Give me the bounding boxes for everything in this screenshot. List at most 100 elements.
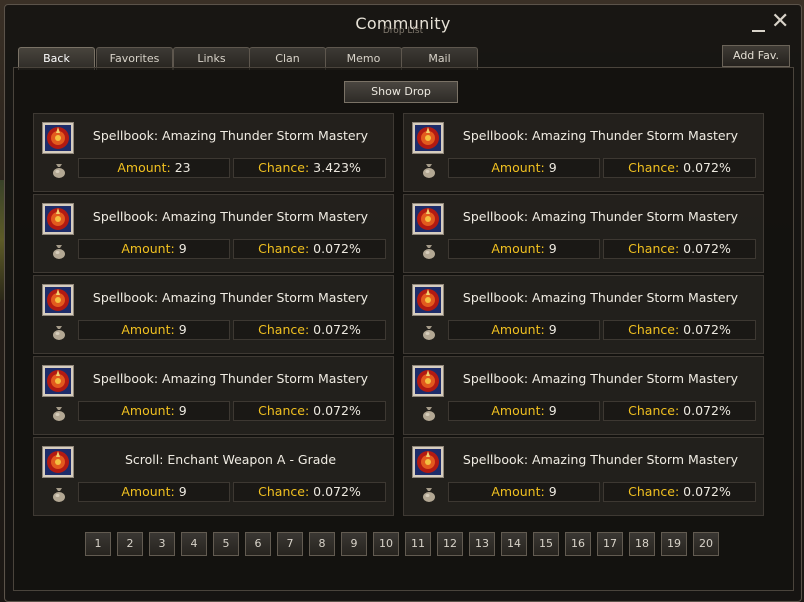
- item-name: Spellbook: Amazing Thunder Storm Mastery: [92, 128, 369, 143]
- amount-field: Amount: 9: [78, 482, 230, 502]
- page-button-10[interactable]: 10: [373, 532, 399, 556]
- spellbook-icon[interactable]: [42, 284, 74, 316]
- drop-item[interactable]: Spellbook: Amazing Thunder Storm Mastery…: [33, 194, 394, 273]
- drop-item[interactable]: Spellbook: Amazing Thunder Storm Mastery…: [403, 194, 764, 273]
- chance-field: Chance: 0.072%: [603, 158, 756, 178]
- chance-label: Chance:: [628, 403, 680, 418]
- chance-field: Chance: 0.072%: [233, 320, 386, 340]
- chance-field: Chance: 0.072%: [603, 320, 756, 340]
- amount-label: Amount:: [491, 322, 545, 337]
- amount-value: 9: [178, 322, 187, 337]
- page-button-1[interactable]: 1: [85, 532, 111, 556]
- amount-value: 9: [548, 403, 557, 418]
- spellbook-icon[interactable]: [412, 203, 444, 235]
- amount-value: 9: [548, 160, 557, 175]
- chance-value: 0.072%: [313, 322, 361, 337]
- amount-field: Amount: 9: [448, 158, 600, 178]
- money-bag-icon: [421, 243, 437, 259]
- amount-field: Amount: 9: [78, 401, 230, 421]
- spellbook-icon[interactable]: [412, 284, 444, 316]
- page-button-4[interactable]: 4: [181, 532, 207, 556]
- drop-item[interactable]: Spellbook: Amazing Thunder Storm Mastery…: [33, 275, 394, 354]
- chance-value: 0.072%: [683, 484, 731, 499]
- item-name: Scroll: Enchant Weapon A - Grade: [124, 452, 337, 467]
- item-name: Spellbook: Amazing Thunder Storm Mastery: [462, 371, 739, 386]
- page-button-13[interactable]: 13: [469, 532, 495, 556]
- amount-field: Amount: 9: [448, 482, 600, 502]
- amount-value: 9: [548, 241, 557, 256]
- spellbook-icon[interactable]: [412, 365, 444, 397]
- drop-item[interactable]: Spellbook: Amazing Thunder Storm Mastery…: [403, 437, 764, 516]
- item-name: Spellbook: Amazing Thunder Storm Mastery: [92, 209, 369, 224]
- amount-label: Amount:: [121, 322, 175, 337]
- drop-item[interactable]: Spellbook: Amazing Thunder Storm Mastery…: [403, 275, 764, 354]
- page-button-8[interactable]: 8: [309, 532, 335, 556]
- chance-value: 0.072%: [683, 160, 731, 175]
- chance-value: 0.072%: [683, 403, 731, 418]
- item-name: Spellbook: Amazing Thunder Storm Mastery: [462, 209, 739, 224]
- chance-value: 3.423%: [313, 160, 361, 175]
- page-button-14[interactable]: 14: [501, 532, 527, 556]
- spellbook-icon[interactable]: [42, 203, 74, 235]
- minimize-icon[interactable]: [749, 15, 767, 33]
- spellbook-icon[interactable]: [42, 446, 74, 478]
- page-button-12[interactable]: 12: [437, 532, 463, 556]
- spellbook-icon[interactable]: [412, 446, 444, 478]
- page-button-7[interactable]: 7: [277, 532, 303, 556]
- spellbook-icon[interactable]: [42, 365, 74, 397]
- amount-label: Amount:: [121, 403, 175, 418]
- drop-item[interactable]: Spellbook: Amazing Thunder Storm Mastery…: [33, 356, 394, 435]
- page-button-20[interactable]: 20: [693, 532, 719, 556]
- page-button-2[interactable]: 2: [117, 532, 143, 556]
- chance-field: Chance: 0.072%: [603, 401, 756, 421]
- page-button-15[interactable]: 15: [533, 532, 559, 556]
- show-drop-button[interactable]: Show Drop: [344, 81, 458, 103]
- chance-field: Chance: 0.072%: [233, 482, 386, 502]
- chance-label: Chance:: [258, 484, 310, 499]
- chance-field: Chance: 3.423%: [233, 158, 386, 178]
- chance-label: Chance:: [628, 241, 680, 256]
- close-icon[interactable]: ✕: [771, 11, 789, 33]
- amount-label: Amount:: [491, 160, 545, 175]
- drop-item[interactable]: Spellbook: Amazing Thunder Storm Mastery…: [403, 113, 764, 192]
- page-button-19[interactable]: 19: [661, 532, 687, 556]
- spellbook-icon[interactable]: [42, 122, 74, 154]
- amount-value: 9: [178, 484, 187, 499]
- item-name: Spellbook: Amazing Thunder Storm Mastery: [92, 290, 369, 305]
- money-bag-icon: [421, 162, 437, 178]
- item-name: Spellbook: Amazing Thunder Storm Mastery: [92, 371, 369, 386]
- amount-label: Amount:: [121, 484, 175, 499]
- chance-label: Chance:: [258, 160, 310, 175]
- money-bag-icon: [51, 405, 67, 421]
- page-button-16[interactable]: 16: [565, 532, 591, 556]
- title-bar[interactable]: Community Drop List ✕: [5, 5, 801, 45]
- drop-item[interactable]: Spellbook: Amazing Thunder Storm Mastery…: [33, 113, 394, 192]
- page-button-3[interactable]: 3: [149, 532, 175, 556]
- money-bag-icon: [421, 486, 437, 502]
- amount-value: 9: [548, 484, 557, 499]
- amount-value: 23: [174, 160, 191, 175]
- drop-item[interactable]: Spellbook: Amazing Thunder Storm Mastery…: [403, 356, 764, 435]
- page-button-17[interactable]: 17: [597, 532, 623, 556]
- page-button-6[interactable]: 6: [245, 532, 271, 556]
- item-name: Spellbook: Amazing Thunder Storm Mastery: [462, 128, 739, 143]
- page-button-5[interactable]: 5: [213, 532, 239, 556]
- page-button-9[interactable]: 9: [341, 532, 367, 556]
- amount-field: Amount: 9: [448, 320, 600, 340]
- amount-field: Amount: 23: [78, 158, 230, 178]
- chance-field: Chance: 0.072%: [603, 482, 756, 502]
- chance-field: Chance: 0.072%: [603, 239, 756, 259]
- spellbook-icon[interactable]: [412, 122, 444, 154]
- chance-label: Chance:: [258, 322, 310, 337]
- chance-field: Chance: 0.072%: [233, 401, 386, 421]
- amount-label: Amount:: [117, 160, 171, 175]
- drop-item[interactable]: Scroll: Enchant Weapon A - Grade Amount: …: [33, 437, 394, 516]
- chance-label: Chance:: [628, 160, 680, 175]
- add-favorite-button[interactable]: Add Fav.: [722, 45, 790, 67]
- window-subtitle: Drop List: [382, 26, 424, 36]
- page-button-11[interactable]: 11: [405, 532, 431, 556]
- chance-label: Chance:: [628, 322, 680, 337]
- page-button-18[interactable]: 18: [629, 532, 655, 556]
- amount-field: Amount: 9: [448, 401, 600, 421]
- chance-value: 0.072%: [313, 241, 361, 256]
